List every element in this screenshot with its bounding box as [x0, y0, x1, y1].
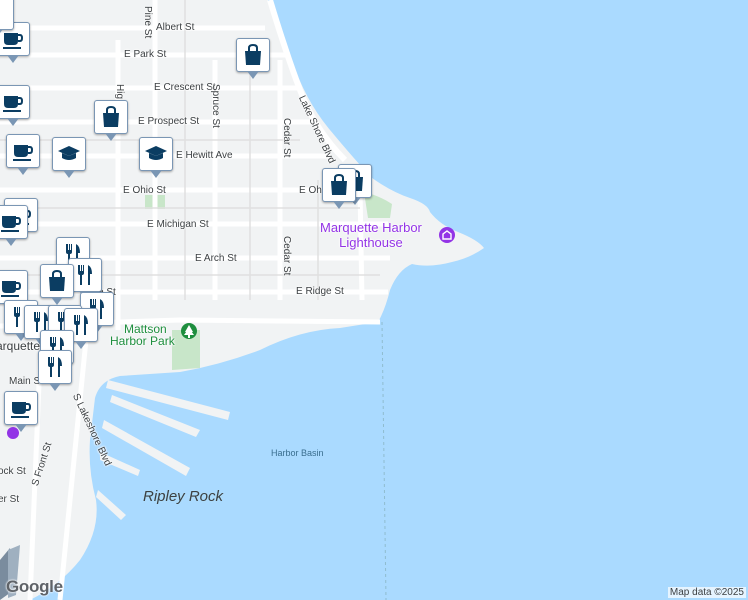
coffee-icon: [1, 281, 22, 297]
street-label-cedar: Cedar St: [281, 118, 292, 158]
restaurant-pin[interactable]: [38, 350, 72, 396]
coffee-icon: [1, 216, 22, 232]
school-pin[interactable]: [139, 137, 173, 183]
street-label-cedar-south: Cedar St: [281, 236, 292, 276]
street-label-main: Main S: [9, 376, 41, 387]
street-label-high: Hig: [114, 84, 125, 100]
street-label-spruce: Spruce St: [210, 84, 221, 128]
street-label-crescent: E Crescent St: [154, 82, 216, 93]
coffee-icon: [13, 145, 34, 161]
school-pin[interactable]: [52, 137, 86, 183]
shopping-pin[interactable]: [40, 264, 74, 310]
street-label-prospect: E Prospect St: [138, 116, 200, 127]
street-label-pine: Pine St: [142, 6, 153, 39]
shopping-bag-icon: [49, 269, 65, 291]
museum-icon[interactable]: [6, 426, 20, 440]
coffee-shop-pin[interactable]: [0, 205, 28, 251]
park-label-harbor-park[interactable]: Harbor Park: [110, 334, 175, 348]
shopping-pin[interactable]: [236, 38, 270, 84]
coffee-icon: [11, 402, 32, 418]
lighthouse-label[interactable]: Marquette Harbor Lighthouse: [320, 220, 422, 250]
street-label-ohio-east: E Ohi: [299, 185, 325, 196]
map-attribution[interactable]: Map data ©2025: [667, 587, 746, 598]
ripley-rock-label[interactable]: Ripley Rock: [143, 489, 223, 504]
lighthouse-icon[interactable]: [438, 226, 456, 244]
coffee-shop-pin[interactable]: [6, 134, 40, 180]
coffee-icon: [3, 96, 24, 112]
street-label-ohio: E Ohio St: [123, 185, 166, 196]
park-tree-icon[interactable]: [180, 322, 198, 340]
shopping-bag-icon: [245, 43, 261, 65]
shopping-pin[interactable]: [94, 100, 128, 146]
school-icon: [145, 146, 167, 160]
street-label-arch: E Arch St: [195, 253, 237, 264]
street-label-albert: Albert St: [156, 22, 195, 33]
school-icon: [58, 146, 80, 160]
shopping-pin[interactable]: [322, 168, 356, 214]
shopping-bag-icon: [103, 105, 119, 127]
google-logo[interactable]: Google: [6, 577, 63, 597]
street-label-er: er St: [0, 494, 20, 505]
street-label-rock: ock St: [0, 466, 26, 477]
street-label-park: E Park St: [124, 49, 167, 60]
coffee-shop-pin[interactable]: [0, 85, 30, 131]
street-label-ridge: E Ridge St: [296, 286, 344, 297]
street-label-michigan: E Michigan St: [147, 219, 209, 230]
restaurant-icon: [78, 265, 92, 285]
map-canvas[interactable]: Albert St E Park St E Crescent St E Pros…: [0, 0, 748, 600]
street-label-hewitt: E Hewitt Ave: [176, 150, 233, 161]
shopping-bag-icon: [331, 173, 347, 195]
restaurant-icon: [48, 357, 62, 377]
harbor-basin-label: Harbor Basin: [271, 448, 324, 458]
partial-pin[interactable]: [0, 0, 14, 42]
